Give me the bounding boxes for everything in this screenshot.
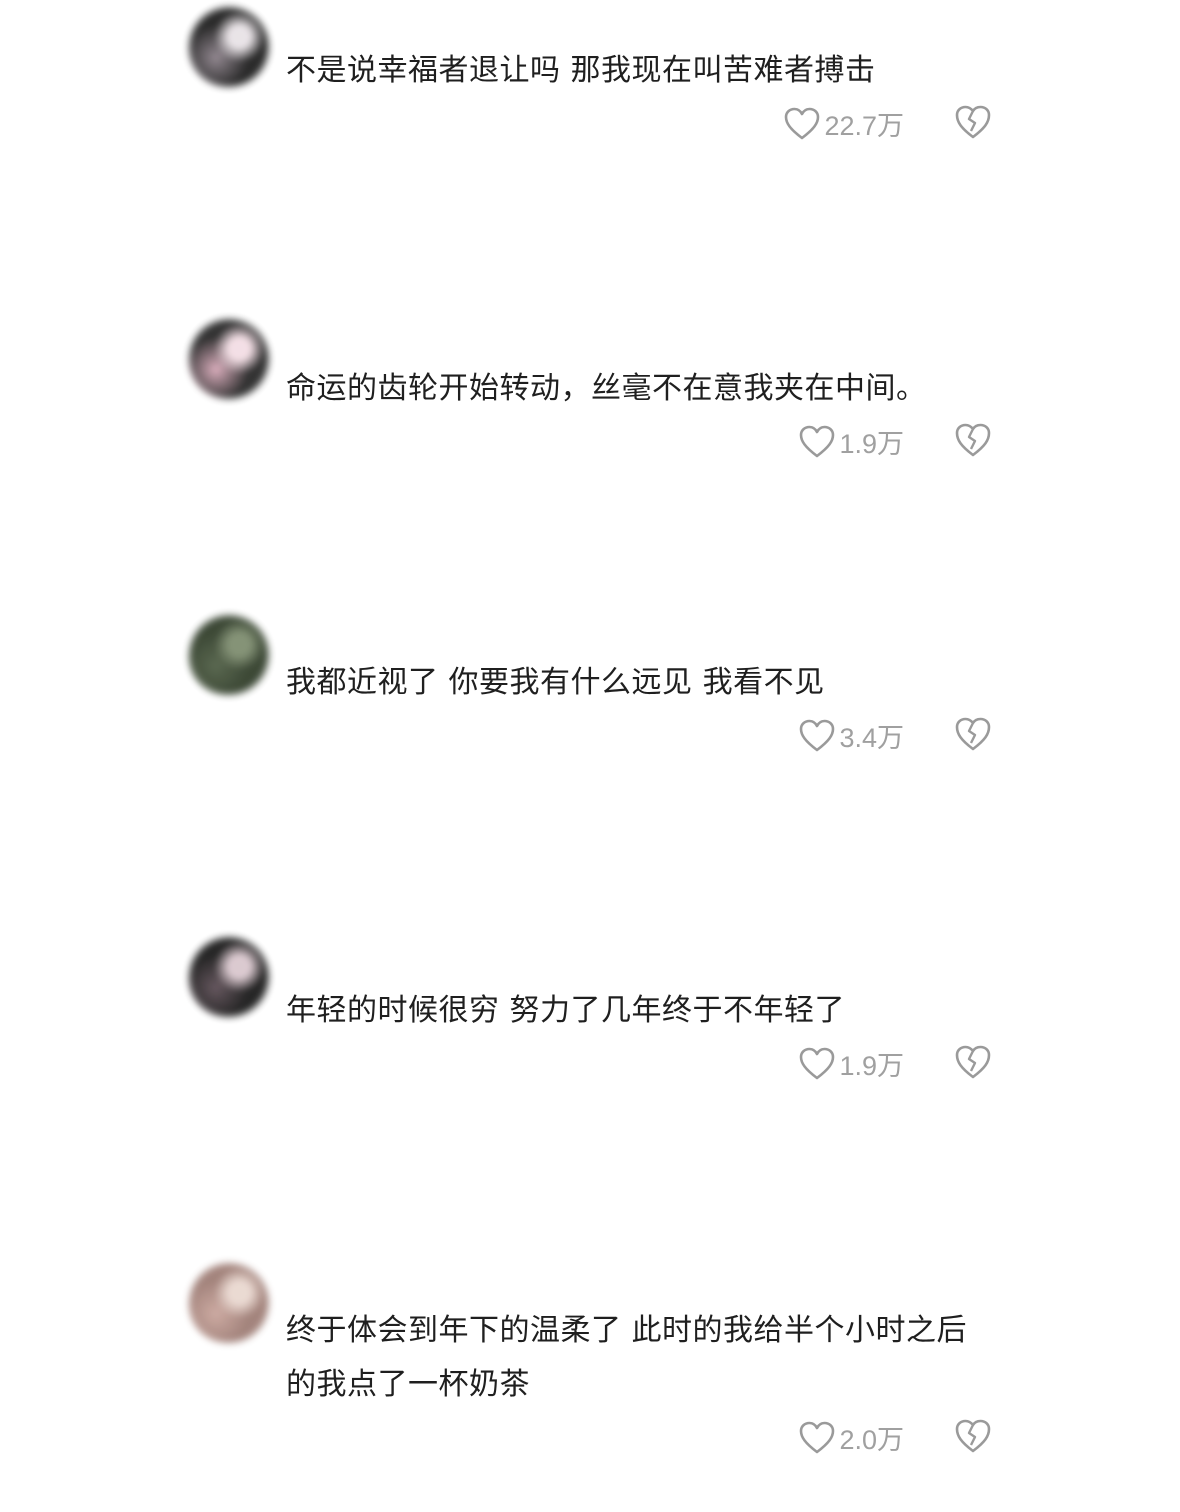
- comment-text: 不是说幸福者退让吗 那我现在叫苦难者搏击: [286, 53, 876, 88]
- comment-item: 不是说幸福者退让吗 那我现在叫苦难者搏击 22.7万: [0, 0, 1180, 300]
- comment-text: 年轻的时候很穷 努力了几年终于不年轻了: [286, 993, 846, 1028]
- like-button[interactable]: 3.4万: [799, 716, 904, 755]
- comment-item: 命运的齿轮开始转动，丝毫不在意我夹在中间。 1.9万: [0, 300, 1180, 600]
- like-count: 1.9万: [839, 1051, 904, 1081]
- avatar[interactable]: [186, 4, 272, 90]
- broken-heart-icon: [954, 422, 992, 458]
- like-button[interactable]: 1.9万: [799, 422, 904, 461]
- broken-heart-icon: [954, 716, 992, 752]
- heart-outline-icon: [799, 425, 835, 459]
- heart-outline-icon: [799, 719, 835, 753]
- heart-outline-icon: [799, 1421, 835, 1455]
- comment-text: 我都近视了 你要我有什么远见 我看不见: [286, 665, 825, 700]
- comment-item: 我都近视了 你要我有什么远见 我看不见 3.4万: [0, 600, 1180, 920]
- avatar[interactable]: [186, 316, 272, 402]
- comment-item: 年轻的时候很穷 努力了几年终于不年轻了 1.9万: [0, 920, 1180, 1240]
- heart-outline-icon: [799, 1047, 835, 1081]
- like-count: 3.4万: [839, 723, 904, 753]
- dislike-button[interactable]: [954, 1044, 992, 1082]
- dislike-button[interactable]: [954, 104, 992, 142]
- comment-text: 命运的齿轮开始转动，丝毫不在意我夹在中间。: [286, 371, 927, 406]
- broken-heart-icon: [954, 1418, 992, 1454]
- like-count: 1.9万: [839, 429, 904, 459]
- broken-heart-icon: [954, 1044, 992, 1080]
- dislike-button[interactable]: [954, 422, 992, 460]
- avatar[interactable]: [186, 612, 272, 698]
- broken-heart-icon: [954, 104, 992, 140]
- like-count: 22.7万: [824, 111, 904, 141]
- avatar[interactable]: [186, 1260, 272, 1346]
- like-count: 2.0万: [839, 1425, 904, 1455]
- like-button[interactable]: 22.7万: [784, 104, 904, 143]
- heart-outline-icon: [784, 107, 820, 141]
- like-button[interactable]: 1.9万: [799, 1044, 904, 1083]
- avatar[interactable]: [186, 934, 272, 1020]
- comment-text: 终于体会到年下的温柔了 此时的我给半个小时之后的我点了一杯奶茶: [286, 1313, 968, 1402]
- dislike-button[interactable]: [954, 716, 992, 754]
- dislike-button[interactable]: [954, 1418, 992, 1456]
- like-button[interactable]: 2.0万: [799, 1418, 904, 1457]
- comment-item: 终于体会到年下的温柔了 此时的我给半个小时之后的我点了一杯奶茶 2.0万: [0, 1240, 1180, 1512]
